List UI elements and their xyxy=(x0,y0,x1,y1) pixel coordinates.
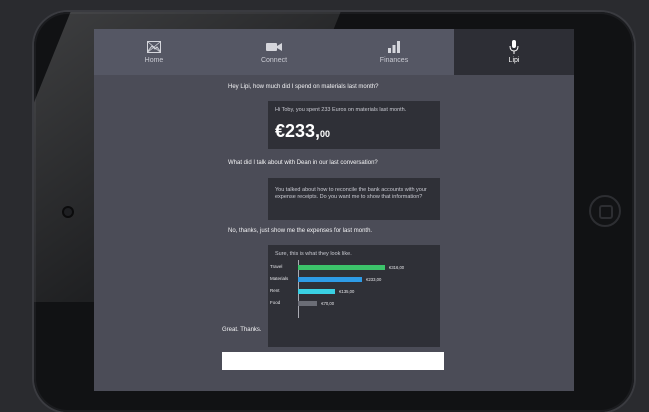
chart-category-label: Materials xyxy=(270,276,289,281)
top-navigation: Home Connect Finances Lipi xyxy=(94,29,574,75)
tab-finances[interactable]: Finances xyxy=(334,29,454,75)
expenses-bar-chart: Travel €316,00 Materials €233,00 Rent €135,00… xyxy=(270,258,435,318)
assistant-reply-1: Hi Toby, you spent 233 Euros on material… xyxy=(268,101,440,149)
assistant-reply-2: You talked about how to reconcile the ba… xyxy=(268,178,440,220)
chart-bar xyxy=(298,277,363,282)
chart-bar xyxy=(298,265,385,270)
user-message-4: Great. Thanks. xyxy=(222,327,262,333)
assistant-reply-1-text: Hi Toby, you spent 233 Euros on material… xyxy=(275,107,407,113)
camera-icon xyxy=(64,208,72,216)
chart-bar xyxy=(298,289,336,294)
chart-category-label: Rent xyxy=(270,288,280,293)
chart-category-label: Travel xyxy=(270,264,283,269)
assistant-reply-2-text: You talked about how to reconcile the ba… xyxy=(275,187,427,201)
video-camera-icon xyxy=(266,40,282,54)
tab-home[interactable]: Home xyxy=(94,29,214,75)
chat-area: Hey Lipi, how much did I spend on materi… xyxy=(94,75,574,391)
user-message-1: Hey Lipi, how much did I spend on materi… xyxy=(228,84,379,90)
chart-value-label: €233,00 xyxy=(366,277,382,282)
chart-value-label: €135,00 xyxy=(339,289,355,294)
tab-finances-label: Finances xyxy=(379,57,409,64)
tab-connect-label: Connect xyxy=(260,57,288,64)
home-button[interactable] xyxy=(589,195,621,227)
tab-home-label: Home xyxy=(144,57,164,64)
tab-lipi-label: Lipi xyxy=(508,57,520,64)
microphone-icon xyxy=(509,40,519,54)
message-input[interactable] xyxy=(222,352,444,370)
chart-value-label: €70,00 xyxy=(321,301,335,306)
image-icon xyxy=(147,40,161,54)
chart-category-label: Food xyxy=(270,300,281,305)
user-message-2: What did I talk about with Dean in our l… xyxy=(228,160,378,166)
app-screen: Home Connect Finances Lipi Hey Lipi, how… xyxy=(94,29,574,391)
bar-chart-icon xyxy=(387,40,401,54)
amount-value: €233,00 xyxy=(275,121,331,142)
chart-bar xyxy=(298,301,318,306)
chart-value-label: €316,00 xyxy=(389,265,405,270)
tab-lipi[interactable]: Lipi xyxy=(454,29,574,75)
tab-connect[interactable]: Connect xyxy=(214,29,334,75)
user-message-3: No, thanks, just show me the expenses fo… xyxy=(228,228,373,234)
